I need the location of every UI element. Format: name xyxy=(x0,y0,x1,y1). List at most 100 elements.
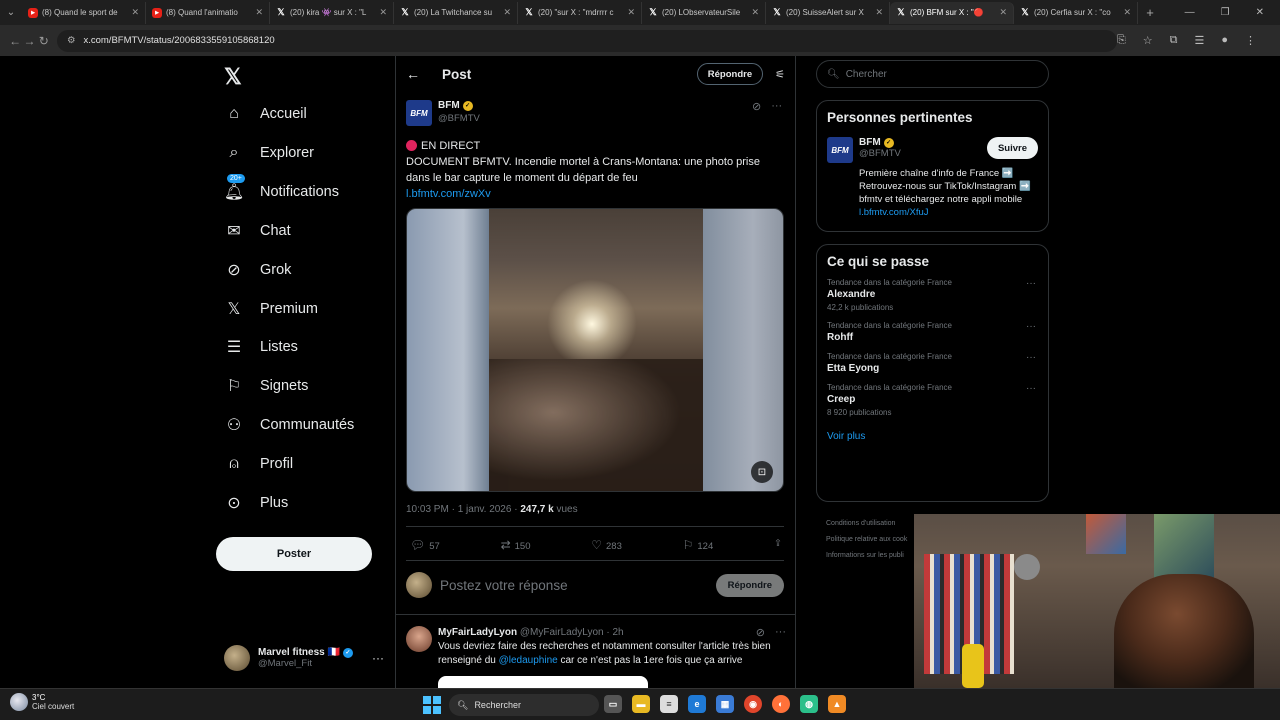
tab-close-icon[interactable]: ✕ xyxy=(255,7,263,18)
footer-link[interactable]: Conditions d'utilisation xyxy=(826,516,926,532)
browser-tab[interactable]: ▶ (8) Quand l'animatio ✕ xyxy=(146,1,270,24)
notepad-icon[interactable]: ≡ xyxy=(660,695,678,713)
browser-tab[interactable]: 𝕏 (20) La Twitchance su ✕ xyxy=(394,1,518,24)
more-icon[interactable]: ··· xyxy=(1026,383,1036,394)
post-button[interactable]: Poster xyxy=(216,537,372,571)
tab-search-icon[interactable]: ⌄ xyxy=(0,2,22,24)
nav-item-communautés[interactable]: ⚇ Communautés xyxy=(222,408,392,442)
more-icon[interactable]: ··· xyxy=(1026,321,1036,332)
tab-close-icon[interactable]: ✕ xyxy=(131,7,139,18)
app-icon[interactable]: ◍ xyxy=(800,695,818,713)
reply-author-name[interactable]: MyFairLadyLyon xyxy=(438,627,517,638)
more-icon[interactable]: ··· xyxy=(372,651,384,665)
bfm-logo-avatar[interactable]: BFM xyxy=(827,137,853,163)
firefox-icon[interactable]: ◐ xyxy=(772,695,790,713)
footer-link[interactable]: Informations sur les publi xyxy=(826,548,926,564)
tab-close-icon[interactable]: ✕ xyxy=(379,7,387,18)
reply-submit-button[interactable]: Répondre xyxy=(715,573,784,597)
search-input[interactable]: 🔍︎ Chercher xyxy=(816,60,1049,88)
taskbar-search[interactable]: 🔍︎ Rechercher xyxy=(449,694,599,716)
reply-action[interactable]: 💬︎ 57 xyxy=(410,538,440,552)
see-more-link[interactable]: Voir plus xyxy=(817,431,1048,442)
bio-link[interactable]: l.bfmtv.com/XfuJ xyxy=(859,207,929,218)
footer-link[interactable]: Politique relative aux cook xyxy=(826,532,926,548)
share-icon[interactable]: ⇪ xyxy=(774,538,782,552)
back-icon[interactable]: ← xyxy=(406,66,432,82)
tab-close-icon[interactable]: ✕ xyxy=(503,7,511,18)
close-window-icon[interactable]: ✕ xyxy=(1256,7,1264,18)
vlc-icon[interactable]: ▲ xyxy=(828,695,846,713)
restore-icon[interactable]: ❐ xyxy=(1221,7,1230,18)
nav-item-signets[interactable]: ⚐ Signets xyxy=(222,369,392,403)
trend-item[interactable]: Tendance dans la catégorie France Creep 8 … xyxy=(817,383,1048,417)
nav-item-chat[interactable]: ✉ Chat xyxy=(222,214,392,248)
trend-item[interactable]: Tendance dans la catégorie France Etta Ey… xyxy=(817,352,1048,374)
reply-input[interactable]: Postez votre réponse xyxy=(440,578,568,593)
extensions-icon[interactable]: ⧉ xyxy=(1170,34,1178,47)
nav-item-listes[interactable]: ☰ Listes xyxy=(222,330,392,364)
url-field[interactable]: ⚙ x.com/BFMTV/status/2006833559105868120 xyxy=(56,29,1117,52)
trend-item[interactable]: Tendance dans la catégorie France Rohff ··… xyxy=(817,321,1048,343)
reload-icon[interactable]: ↻ xyxy=(37,34,51,48)
nav-item-premium[interactable]: 𝕏 Premium xyxy=(222,292,392,326)
trend-item[interactable]: Tendance dans la catégorie France Alexand… xyxy=(817,278,1048,312)
person-handle[interactable]: @BFMTV xyxy=(859,148,901,159)
more-icon[interactable]: ··· xyxy=(1026,352,1036,363)
nav-item-grok[interactable]: ⊘ Grok xyxy=(222,253,392,287)
bookmark-action[interactable]: ⚐ 124 xyxy=(683,538,714,552)
link-card[interactable] xyxy=(438,676,648,688)
grok-icon[interactable]: ⊘ xyxy=(756,626,765,639)
chrome-icon[interactable]: ◉ xyxy=(744,695,762,713)
more-icon[interactable]: ··· xyxy=(771,100,782,113)
grok-icon[interactable]: ⊘ xyxy=(752,100,761,113)
file-explorer-icon[interactable]: ▬ xyxy=(632,695,650,713)
browser-tab[interactable]: 𝕏 (20) BFM sur X : "🔴 ✕ xyxy=(890,1,1014,24)
site-info-icon[interactable]: ⚙ xyxy=(67,35,76,46)
account-switcher[interactable]: Marvel fitness 🇫🇷 ✓ @Marvel_Fit ··· xyxy=(224,642,384,674)
nav-item-explorer[interactable]: ⌕ Explorer xyxy=(222,136,392,170)
like-action[interactable]: ♡ 283 xyxy=(591,538,622,552)
reply-author-handle[interactable]: @MyFairLadyLyon · 2h xyxy=(520,627,624,638)
reply-tweet[interactable]: MyFairLadyLyon @MyFairLadyLyon · 2h Vous… xyxy=(406,626,786,668)
forward-arrow-icon[interactable]: → xyxy=(22,34,36,48)
profile-icon[interactable]: ● xyxy=(1221,34,1228,47)
browser-tab[interactable]: 𝕏 (20) kira 👾 sur X : "L ✕ xyxy=(270,1,394,24)
avatar[interactable] xyxy=(406,626,432,652)
post-image[interactable]: ⊡ xyxy=(406,208,784,492)
more-icon[interactable]: ··· xyxy=(1026,278,1036,289)
new-tab-button[interactable]: + xyxy=(1138,5,1162,20)
nav-item-profil[interactable]: ⍝ Profil xyxy=(222,447,392,481)
more-icon[interactable]: ··· xyxy=(775,626,786,639)
browser-tab[interactable]: 𝕏 (20) Cerfia sur X : "co ✕ xyxy=(1014,1,1138,24)
menu-icon[interactable]: ⋮ xyxy=(1245,34,1256,47)
back-arrow-icon[interactable]: ← xyxy=(8,34,22,48)
nav-item-accueil[interactable]: ⌂ Accueil xyxy=(222,97,392,131)
author-name[interactable]: BFM xyxy=(438,100,460,111)
tab-close-icon[interactable]: ✕ xyxy=(751,7,759,18)
person-name[interactable]: BFM xyxy=(859,137,881,148)
post-author[interactable]: BFM BFM ✓ @BFMTV xyxy=(406,100,480,126)
x-logo-icon[interactable]: 𝕏 xyxy=(224,64,242,90)
edge-icon[interactable]: e xyxy=(688,695,706,713)
mention-link[interactable]: @ledauphine xyxy=(499,655,558,666)
follow-button[interactable]: Suivre xyxy=(986,137,1038,159)
star-icon[interactable]: ☆ xyxy=(1143,34,1153,47)
image-edit-icon[interactable]: ⊡ xyxy=(751,461,773,483)
post-link[interactable]: l.bfmtv.com/zwXv xyxy=(406,186,786,202)
tab-close-icon[interactable]: ✕ xyxy=(1123,7,1131,18)
nav-item-notifications[interactable]: 🔔︎ 20+ Notifications xyxy=(222,173,392,209)
browser-tab[interactable]: ▶ (8) Quand le sport de ✕ xyxy=(22,1,146,24)
weather-widget[interactable]: 3°C Ciel couvert xyxy=(10,693,74,711)
reply-header-button[interactable]: Répondre xyxy=(696,63,764,85)
sidebar-icon[interactable]: ☰ xyxy=(1194,34,1204,47)
browser-tab[interactable]: 𝕏 (20) LObservateurSile ✕ xyxy=(642,1,766,24)
nav-item-plus[interactable]: ⊙ Plus xyxy=(222,486,392,520)
tab-close-icon[interactable]: ✕ xyxy=(627,7,635,18)
bfm-logo-avatar[interactable]: BFM xyxy=(406,100,432,126)
minimize-icon[interactable]: — xyxy=(1185,7,1195,18)
tab-close-icon[interactable]: ✕ xyxy=(999,7,1007,18)
tab-close-icon[interactable]: ✕ xyxy=(875,7,883,18)
author-handle[interactable]: @BFMTV xyxy=(438,113,480,124)
browser-tab[interactable]: 𝕏 (20) SuisseAlert sur X ✕ xyxy=(766,1,890,24)
store-icon[interactable]: ▦ xyxy=(716,695,734,713)
